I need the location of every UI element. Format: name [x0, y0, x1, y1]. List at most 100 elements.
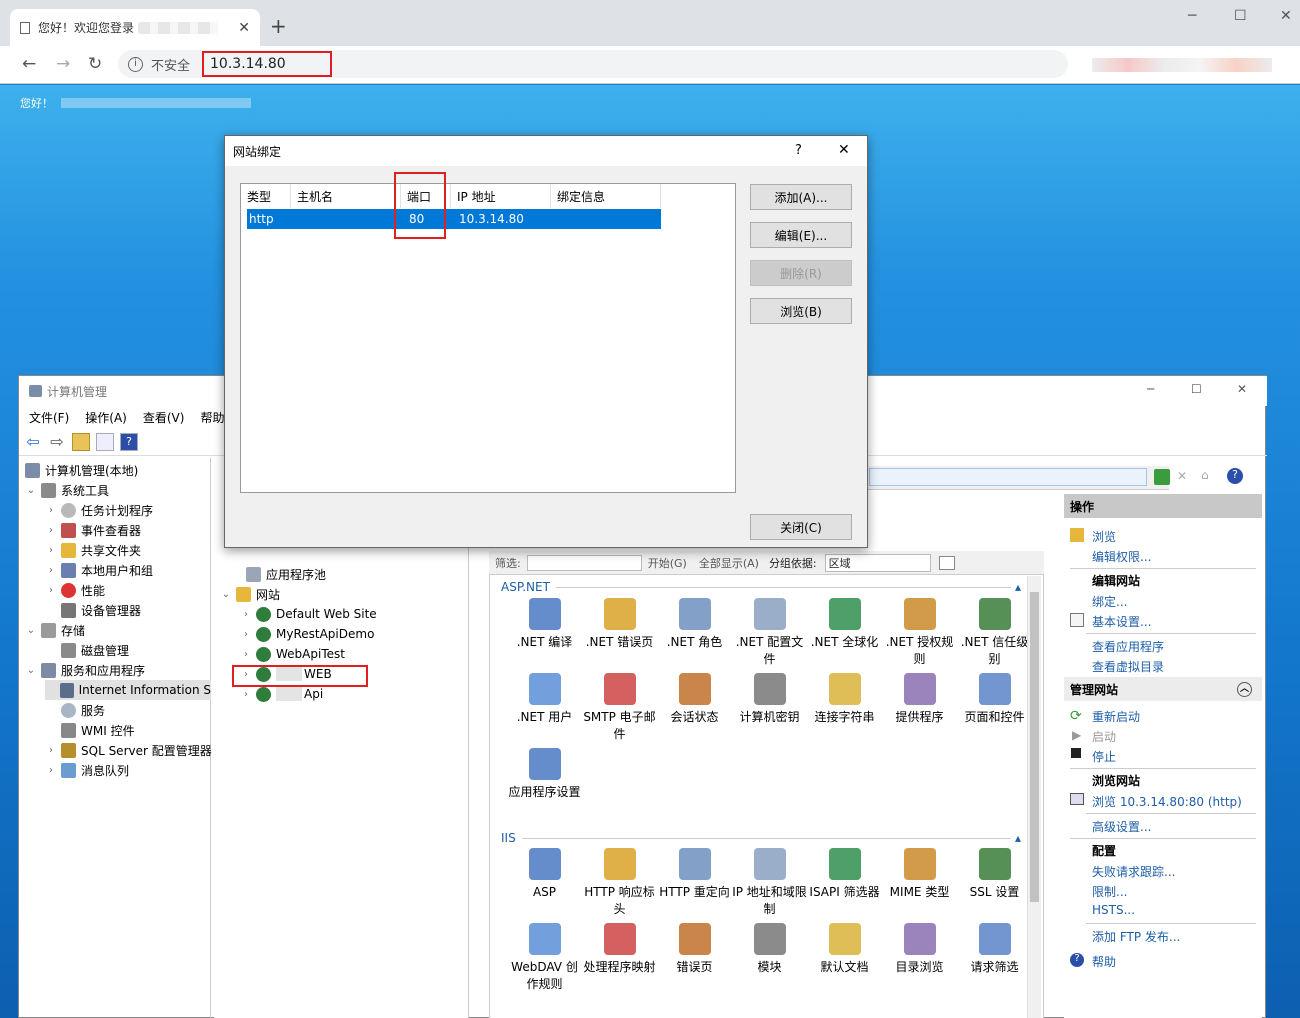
feature-item[interactable]: 连接字符串 — [807, 673, 882, 726]
chevron-right-icon[interactable]: › — [45, 505, 57, 516]
action-stop[interactable]: 停止 — [1092, 748, 1116, 765]
forward-icon[interactable]: ⇨ — [48, 432, 66, 451]
feature-item[interactable]: 错误页 — [657, 923, 732, 976]
filter-input[interactable] — [526, 554, 642, 571]
address-bar[interactable]: i 不安全 10.3.14.80 — [118, 50, 1068, 78]
feature-item[interactable]: 会话状态 — [657, 673, 732, 726]
cm-minimize-icon[interactable]: ─ — [1147, 382, 1154, 396]
action-advanced-settings[interactable]: 高级设置... — [1092, 818, 1151, 835]
tree-node[interactable]: › Api — [240, 684, 323, 704]
tree-node[interactable]: › WebApiTest — [240, 644, 345, 664]
binding-row-selected[interactable]: http 80 10.3.14.80 — [247, 209, 661, 229]
action-view-applications[interactable]: 查看应用程序 — [1092, 638, 1164, 655]
up-folder-icon[interactable] — [72, 432, 90, 451]
maximize-icon[interactable]: ☐ — [1234, 8, 1247, 24]
collapse-icon[interactable]: ▴ — [1015, 831, 1021, 845]
go-button[interactable]: 开始(G) — [648, 555, 687, 571]
feature-item[interactable]: 请求筛选 — [957, 923, 1032, 976]
tree-node[interactable]: ⌄ 存储 — [25, 620, 85, 640]
collapse-icon[interactable]: ▴ — [1015, 580, 1021, 594]
feature-item[interactable]: .NET 授权规则 — [882, 598, 957, 668]
tree-node[interactable]: ⌄ 服务和应用程序 — [25, 660, 145, 680]
feature-item[interactable]: SSL 设置 — [957, 848, 1032, 901]
tree-node[interactable]: 应用程序池 — [230, 564, 326, 584]
close-icon[interactable]: ✕ — [1280, 8, 1292, 24]
vertical-scrollbar[interactable] — [1027, 576, 1041, 1018]
new-tab-button[interactable]: + — [270, 14, 287, 38]
feature-item[interactable]: .NET 配置文件 — [732, 598, 807, 668]
help-icon[interactable]: ? — [1227, 468, 1243, 484]
feature-item[interactable]: HTTP 重定向 — [657, 848, 732, 901]
chevron-right-icon[interactable]: › — [240, 609, 252, 620]
dialog-close-icon[interactable]: ✕ — [838, 142, 850, 158]
tree-node-selected[interactable]: Internet Information S — [45, 680, 211, 700]
collapse-circle-icon[interactable]: ︿ — [1237, 681, 1252, 697]
cm-maximize-icon[interactable]: ☐ — [1191, 382, 1202, 396]
chevron-right-icon[interactable]: › — [45, 585, 57, 596]
tree-node[interactable]: 磁盘管理 — [45, 640, 129, 660]
address-path-box[interactable] — [869, 468, 1147, 486]
feature-item[interactable]: 计算机密钥 — [732, 673, 807, 726]
column-ip[interactable]: IP 地址 — [451, 184, 551, 208]
browser-tab[interactable]: 您好！欢迎您登录 ✕ — [10, 9, 260, 46]
action-view-virtual-dirs[interactable]: 查看虚拟目录 — [1092, 658, 1164, 675]
chevron-down-icon[interactable]: ⌄ — [220, 589, 232, 600]
feature-item[interactable]: 模块 — [732, 923, 807, 976]
tree-node[interactable]: › SQL Server 配置管理器 — [45, 740, 212, 760]
reload-icon[interactable]: ↻ — [88, 54, 102, 74]
section-iis[interactable]: IIS ▴ — [501, 831, 1021, 845]
chevron-down-icon[interactable]: ⌄ — [25, 485, 37, 496]
chevron-right-icon[interactable]: › — [45, 745, 57, 756]
tree-node[interactable]: › 性能 — [45, 580, 105, 600]
chevron-down-icon[interactable]: ⌄ — [25, 665, 37, 676]
feature-item[interactable]: SMTP 电子邮件 — [582, 673, 657, 743]
refresh-icon[interactable] — [1154, 469, 1170, 485]
feature-item[interactable]: 默认文档 — [807, 923, 882, 976]
stop-icon[interactable]: ✕ — [1177, 469, 1187, 483]
action-browse[interactable]: 浏览 — [1092, 528, 1116, 545]
back-icon[interactable]: ← — [22, 54, 36, 74]
chevron-right-icon[interactable]: › — [240, 689, 252, 700]
feature-item[interactable]: .NET 角色 — [657, 598, 732, 651]
dialog-close-button[interactable]: 关闭(C) — [750, 514, 852, 540]
add-binding-button[interactable]: 添加(A)... — [750, 184, 852, 210]
tree-node[interactable]: › 共享文件夹 — [45, 540, 141, 560]
menu-action[interactable]: 操作(A) — [85, 409, 127, 426]
action-basic-settings[interactable]: 基本设置... — [1092, 613, 1151, 630]
browse-binding-button[interactable]: 浏览(B) — [750, 298, 852, 324]
tree-node[interactable]: WMI 控件 — [45, 720, 135, 740]
feature-item[interactable]: IP 地址和域限制 — [732, 848, 807, 918]
feature-item[interactable]: 页面和控件 — [957, 673, 1032, 726]
tree-node[interactable]: › 任务计划程序 — [45, 500, 153, 520]
view-toggle-icon[interactable] — [938, 555, 955, 570]
feature-item[interactable]: 目录浏览 — [882, 923, 957, 976]
home-icon[interactable]: ⌂ — [1201, 468, 1209, 482]
action-browse-url[interactable]: 浏览 10.3.14.80:80 (http) — [1092, 793, 1242, 810]
tree-node[interactable]: › Default Web Site — [240, 604, 377, 624]
feature-item[interactable]: 应用程序设置 — [507, 748, 582, 801]
chevron-right-icon[interactable]: › — [240, 649, 252, 660]
feature-item[interactable]: HTTP 响应标头 — [582, 848, 657, 918]
action-restart[interactable]: 重新启动 — [1092, 708, 1140, 725]
back-icon[interactable]: ⇦ — [24, 432, 42, 451]
feature-item[interactable]: .NET 全球化 — [807, 598, 882, 651]
column-type[interactable]: 类型 — [241, 184, 291, 208]
tree-node[interactable]: 设备管理器 — [45, 600, 141, 620]
chevron-right-icon[interactable]: › — [45, 525, 57, 536]
action-hsts[interactable]: HSTS... — [1092, 903, 1135, 917]
feature-item[interactable]: ISAPI 筛选器 — [807, 848, 882, 901]
tree-node[interactable]: › 事件查看器 — [45, 520, 141, 540]
menu-view[interactable]: 查看(V) — [143, 409, 185, 426]
cm-close-icon[interactable]: ✕ — [1237, 382, 1247, 396]
action-add-ftp[interactable]: 添加 FTP 发布... — [1092, 928, 1180, 945]
scrollbar-thumb[interactable] — [1030, 592, 1039, 902]
chevron-right-icon[interactable]: › — [45, 765, 57, 776]
help-icon[interactable]: ? — [120, 432, 138, 451]
feature-item[interactable]: .NET 错误页 — [582, 598, 657, 651]
edit-binding-button[interactable]: 编辑(E)... — [750, 222, 852, 248]
action-failed-request-tracing[interactable]: 失败请求跟踪... — [1092, 863, 1175, 880]
action-bindings[interactable]: 绑定... — [1092, 593, 1127, 610]
feature-item[interactable]: .NET 信任级别 — [957, 598, 1032, 668]
chevron-right-icon[interactable]: › — [240, 629, 252, 640]
show-hide-tree-icon[interactable] — [96, 432, 114, 451]
